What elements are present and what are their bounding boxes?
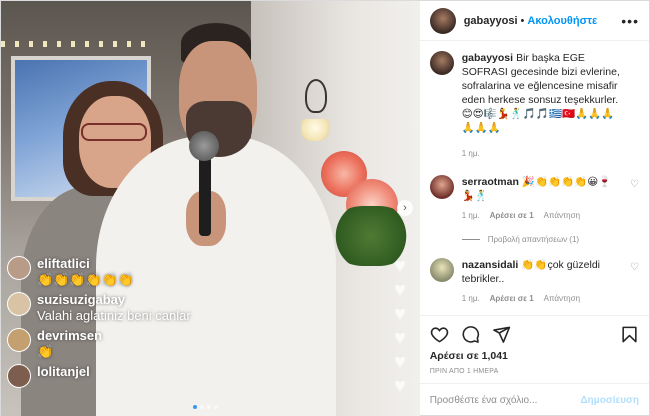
avatar[interactable] [429, 175, 454, 199]
comment-likes[interactable]: Αρέσει σε 1 [490, 209, 534, 223]
avatar[interactable] [429, 51, 454, 75]
wall-ornament [305, 79, 327, 113]
reply-button[interactable]: Απάντηση [544, 209, 580, 223]
heart-icon[interactable] [430, 325, 449, 344]
live-comment: lolitanjel [7, 364, 307, 388]
post-actions: Αρέσει σε 1,041 ΠΡΙΝ ΑΠΟ 1 ΗΜΕΡΑ [419, 315, 649, 375]
avatar [7, 328, 31, 352]
live-comment: suzisuzigabay Valahi aglatiniz beni canl… [7, 292, 307, 324]
comment-username[interactable]: serraotman [462, 176, 519, 188]
post-timestamp[interactable]: ΠΡΙΝ ΑΠΟ 1 ΗΜΕΡΑ [430, 368, 639, 375]
post-sidebar: gabayyosi • Ακολουθήστε ••• gabayyosi Bir… [419, 1, 649, 416]
avatar [7, 292, 31, 316]
author-username[interactable]: gabayyosi [464, 15, 518, 27]
live-comment-username: eliftatlici [37, 256, 90, 271]
string-lights [1, 41, 151, 47]
live-comment-text: 👏 [37, 344, 54, 359]
carousel-dot [214, 405, 218, 409]
separator-dot: • [520, 14, 525, 27]
comment-username[interactable]: nazansidali [462, 259, 519, 271]
heart-icon: ♥ [394, 279, 406, 301]
comment-icon[interactable] [461, 325, 480, 344]
comment-input[interactable] [429, 395, 573, 406]
microphone-handle [199, 156, 211, 236]
heart-icon: ♥ [394, 351, 406, 373]
live-comment-text: 👏👏👏👏👏👏 [37, 272, 135, 287]
share-icon[interactable] [492, 325, 511, 344]
post-media[interactable]: eliftatlici 👏👏👏👏👏👏 suzisuzigabay Valahi … [1, 1, 420, 416]
bookmark-icon[interactable] [620, 325, 639, 344]
avatar[interactable] [429, 258, 454, 282]
comment-age: 1 ημ. [461, 211, 480, 220]
add-comment-bar: Δημοσίευση [419, 383, 649, 416]
carousel-indicator [193, 405, 218, 409]
view-replies-label[interactable]: Προβολή απαντήσεων (1) [488, 235, 579, 244]
divider [461, 239, 480, 240]
carousel-dot [193, 405, 197, 409]
comments-section[interactable]: gabayyosi Bir başka EGE SOFRASI gecesinde… [420, 41, 649, 315]
heart-icon: ♥ [394, 303, 406, 325]
wall-lamp [301, 119, 329, 141]
reply-button[interactable]: Απάντηση [544, 292, 580, 306]
avatar [7, 364, 31, 388]
post-comment-button[interactable]: Δημοσίευση [580, 395, 639, 406]
caption-emojis: 😊😍🎼💃🕺🎵🎵🇬🇷🇹🇷🙏🙏🙏 🙏🙏🙏 [461, 108, 615, 134]
microphone [189, 131, 219, 161]
live-comment-username: devrimsen [37, 328, 103, 343]
avatar[interactable] [429, 7, 456, 34]
avatar [7, 256, 31, 280]
comment-likes[interactable]: Αρέσει σε 1 [490, 292, 534, 306]
chevron-right-icon[interactable]: › [397, 200, 413, 216]
more-options-icon[interactable]: ••• [621, 13, 639, 29]
carousel-dot [207, 405, 211, 409]
likes-count[interactable]: Αρέσει σε 1,041 [430, 350, 639, 362]
live-comment-username: lolitanjel [37, 364, 90, 379]
live-comments: eliftatlici 👏👏👏👏👏👏 suzisuzigabay Valahi … [7, 256, 307, 392]
heart-icon: ♥ [394, 255, 406, 277]
woman-glasses [81, 123, 147, 141]
live-comment-username: suzisuzigabay [37, 292, 126, 307]
comment-age: 1 ημ. [461, 294, 480, 303]
caption-username[interactable]: gabayyosi [462, 52, 513, 64]
live-comment: devrimsen 👏 [7, 328, 307, 360]
live-comment: eliftatlici 👏👏👏👏👏👏 [7, 256, 307, 288]
heart-icon: ♥ [394, 375, 406, 397]
live-hearts: ♥ ♥ ♥ ♥ ♥ ♥ [389, 256, 415, 400]
caption-age: 1 ημ. [461, 149, 480, 158]
comment: nazansidali 👏👏çok güzeldi tebrikler.. 1 η… [429, 258, 639, 306]
follow-button[interactable]: Ακολουθήστε [527, 15, 597, 27]
heart-icon[interactable]: ♡ [630, 262, 639, 273]
instagram-post: eliftatlici 👏👏👏👏👏👏 suzisuzigabay Valahi … [0, 0, 650, 416]
heart-icon[interactable]: ♡ [630, 179, 639, 190]
carousel-dot [200, 405, 204, 409]
heart-icon: ♥ [394, 327, 406, 349]
comment: serraotman 🎉👏👏👏👏😀🍷 💃🕺 1 ημ. Αρέσει σε 1 Α… [429, 175, 639, 223]
live-comment-text: Valahi aglatiniz beni canlar [37, 308, 191, 323]
post-header: gabayyosi • Ακολουθήστε ••• [419, 1, 649, 41]
view-replies[interactable]: Προβολή απαντήσεων (1) [461, 235, 639, 244]
caption: gabayyosi Bir başka EGE SOFRASI gecesinde… [429, 51, 639, 161]
